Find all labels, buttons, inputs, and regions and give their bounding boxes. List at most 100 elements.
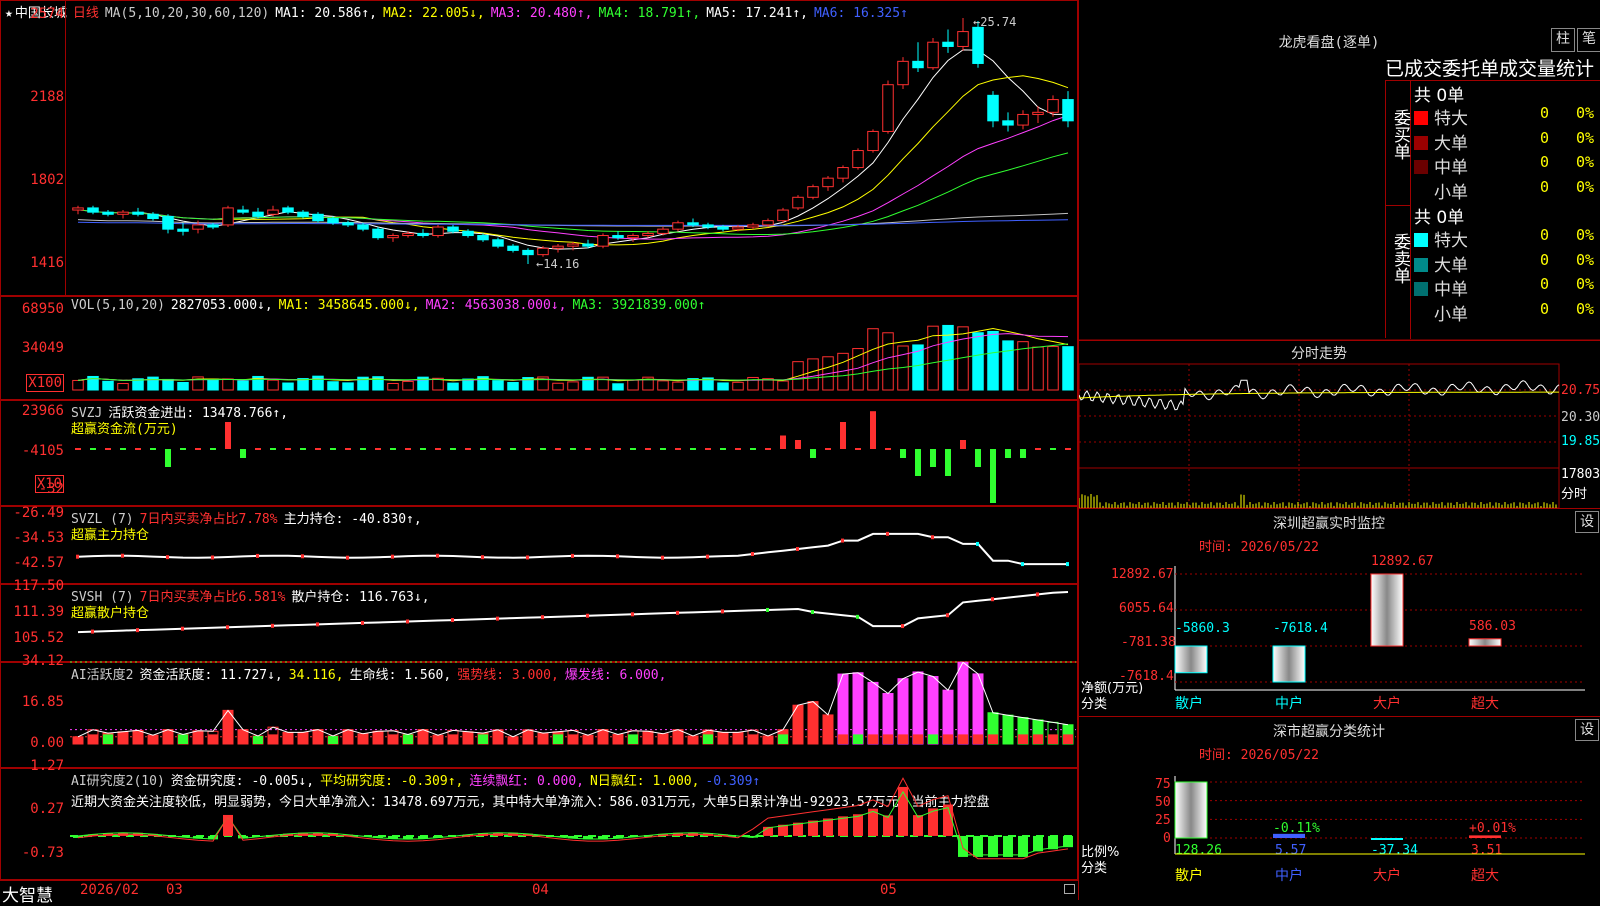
lock-icon[interactable] [1064, 884, 1075, 894]
monitor-axis-2: -781.38 [1121, 635, 1176, 650]
intraday-panel[interactable]: 分时走势 20.75 20.30 19.85 17803 分时 [1079, 340, 1600, 508]
monitor-val-3: 586.03 [1469, 619, 1516, 634]
classify-val-2: -37.34 [1371, 843, 1418, 858]
monitor-val-0: -5860.3 [1175, 621, 1230, 636]
classify-cat-0: 散户 [1175, 865, 1203, 885]
ai_res-header-item: N日飘红: 1.000, [590, 774, 699, 789]
classify-panel: 深市超赢分类统计 设 时间: 2026/05/22 75 50 25 0 比例%… [1079, 716, 1600, 900]
ma_header-item: MA4: 18.791↑, [598, 6, 700, 21]
lhb-row: 中单00% [1414, 153, 1468, 178]
ma_header-item: MA1: 20.586↑, [275, 6, 377, 21]
svzj-pane[interactable]: SVZJ活跃资金进出: 13478.766↑, 超赢资金流(万元) [0, 400, 1078, 506]
classify-bar-label-3: +0.01% [1469, 821, 1516, 836]
lhb-row-pct: 0% [1576, 226, 1594, 244]
monitor-cat-0: 散户 [1175, 693, 1203, 713]
x-axis-bar: 大智慧 2026/02 03 04 05 [0, 880, 1078, 900]
x-label-mar: 03 [166, 882, 183, 898]
ai-act-axis-label: 0.00 [30, 735, 64, 751]
classify-axis-50: 50 [1155, 795, 1171, 810]
lhb-row-pct: 0% [1576, 104, 1594, 122]
ai_act-header-item: 34.116, [289, 668, 344, 683]
lhb-row-pct: 0% [1576, 129, 1594, 147]
lhb-row: 特大00% [1414, 226, 1468, 251]
brand-label: 大智慧 [2, 881, 53, 906]
ai-activity-pane[interactable]: AI活跃度2资金活跃度: 11.727↓,34.116,生命线: 1.560,强… [0, 662, 1078, 768]
monitor-axis-0: 12892.67 [1111, 567, 1174, 582]
chart-frame: ★中国长城日线MA(5,10,20,30,60,120)MA1: 20.586↑… [0, 0, 1078, 900]
classify-cat-3: 超大 [1471, 865, 1499, 885]
ma_header-item: MA(5,10,20,30,60,120) [105, 6, 269, 21]
svzl-pane[interactable]: SVZL (7)7日内买卖净占比7.78%主力持仓: -40.830↑, 超赢主… [0, 506, 1078, 584]
color-swatch-icon [1414, 307, 1428, 321]
classify-val-1: 5.57 [1275, 843, 1306, 858]
ai-res-axis-label: -0.73 [22, 845, 64, 861]
price-axis [0, 0, 66, 296]
volume-pane[interactable]: VOL(5,10,20)2827053.000↓,MA1: 3458645.00… [0, 296, 1078, 400]
ai-research-note: 近期大资金关注度较低，明显弱势，今日大单净流入：13478.697万元，其中特大… [71, 791, 1077, 810]
lhb-tick-mode-button[interactable]: 笔 [1577, 28, 1600, 52]
lhb-row-count: 0 [1540, 104, 1549, 122]
ai_res-header-item: 连续飘红: 0.000, [469, 774, 584, 789]
ai_act-header-item: 生命线: 1.560, [350, 668, 452, 683]
right-panel: 龙虎看盘(逐单) 柱 笔 已成交委托单成交量统计 委买单 委卖单 共 0单 特大… [1078, 0, 1600, 900]
price-axis-label: 2188 [30, 89, 64, 105]
lhb-row-count: 0 [1540, 153, 1549, 171]
classify-axis-0: 0 [1163, 831, 1171, 846]
price-header: ★中国长城日线MA(5,10,20,30,60,120)MA1: 20.586↑… [5, 2, 920, 21]
svzl-subtitle: 超赢主力持仓 [71, 524, 149, 543]
intraday-price-19-85: 19.85 [1561, 434, 1600, 449]
ai-act-axis-label: 16.85 [22, 694, 64, 710]
monitor-time: 时间: 2026/05/22 [1199, 536, 1319, 555]
ai-res-axis-label: 1.27 [30, 758, 64, 774]
x-label-may: 05 [880, 882, 897, 898]
monitor-settings-button[interactable]: 设 [1575, 511, 1599, 533]
lhb-row-count: 0 [1540, 275, 1549, 293]
monitor-cat-2: 大户 [1373, 693, 1401, 713]
lhb-row: 大单00% [1414, 251, 1468, 276]
lhb-row-count: 0 [1540, 178, 1549, 196]
svsh-axis-label: 111.39 [13, 604, 64, 620]
lhb-row-name: 特大 [1434, 109, 1468, 129]
vol_header-item: MA3: 3921839.000↑ [572, 298, 705, 313]
monitor-panel: 深圳超赢实时监控 设 时间: 2026/05/22 12892.67 6055.… [1079, 508, 1600, 716]
classify-axis-25: 25 [1155, 813, 1171, 828]
classify-settings-button[interactable]: 设 [1575, 719, 1599, 741]
lhb-row: 特大00% [1414, 104, 1468, 129]
lhb-bar-mode-button[interactable]: 柱 [1551, 28, 1575, 52]
ai_act-header-item: AI活跃度2 [71, 668, 133, 683]
color-swatch-icon [1414, 185, 1428, 199]
lhb-row-count: 0 [1540, 226, 1549, 244]
classify-x-title: 分类 [1081, 857, 1107, 876]
lhb-subtitle: 已成交委托单成交量统计 [1385, 54, 1594, 81]
svsh-pane[interactable]: SVSH (7)7日内买卖净占比6.581%散户持仓: 116.763↓, 超赢… [0, 584, 1078, 662]
color-swatch-icon [1414, 233, 1428, 247]
ai_act-header-item: 爆发线: 6.000, [565, 668, 667, 683]
lhb-row-pct: 0% [1576, 178, 1594, 196]
svzl-axis-label: -26.49 [13, 505, 64, 521]
color-swatch-icon [1414, 258, 1428, 272]
svsh-header-item: 7日内买卖净占比6.581% [140, 590, 286, 605]
price-pane[interactable]: ★中国长城日线MA(5,10,20,30,60,120)MA1: 20.586↑… [0, 0, 1078, 296]
period-label[interactable]: 日线 [73, 6, 99, 21]
intraday-vol-unit: 分时 [1561, 483, 1587, 502]
lhb-row-name: 中单 [1434, 158, 1468, 178]
classify-axis-75: 75 [1155, 777, 1171, 792]
ma_header-item: MA2: 22.005↓, [383, 6, 485, 21]
ai-act-axis-label: 34.12 [22, 653, 64, 669]
lhb-row: 大单00% [1414, 129, 1468, 154]
ai_res-header-item: 平均研究度: -0.309↑, [320, 774, 463, 789]
svzl-header-item: 7日内买卖净占比7.78% [140, 512, 278, 527]
price-axis-label: 1416 [30, 255, 64, 271]
lhb-row-count: 0 [1540, 300, 1549, 318]
ma_header-item: MA6: 16.325↑ [814, 6, 908, 21]
lhb-row-name: 大单 [1434, 134, 1468, 154]
ma_header-item: MA3: 20.480↑, [491, 6, 593, 21]
lhb-table: 委买单 委卖单 共 0单 特大00%大单00%中单00%小单00% 共 0单 特… [1385, 80, 1600, 338]
ai-research-pane[interactable]: AI研究度2(10)资金研究度: -0.005↓,平均研究度: -0.309↑,… [0, 768, 1078, 880]
lhb-row-name: 大单 [1434, 256, 1468, 276]
intraday-price-20-75: 20.75 [1561, 383, 1600, 398]
lhb-panel: 龙虎看盘(逐单) 柱 笔 已成交委托单成交量统计 委买单 委卖单 共 0单 特大… [1079, 0, 1600, 340]
svsh-axis-label: 105.52 [13, 630, 64, 646]
svzj-axis-label: 23966 [22, 403, 64, 419]
sell-total: 共 0单 [1414, 203, 1464, 228]
